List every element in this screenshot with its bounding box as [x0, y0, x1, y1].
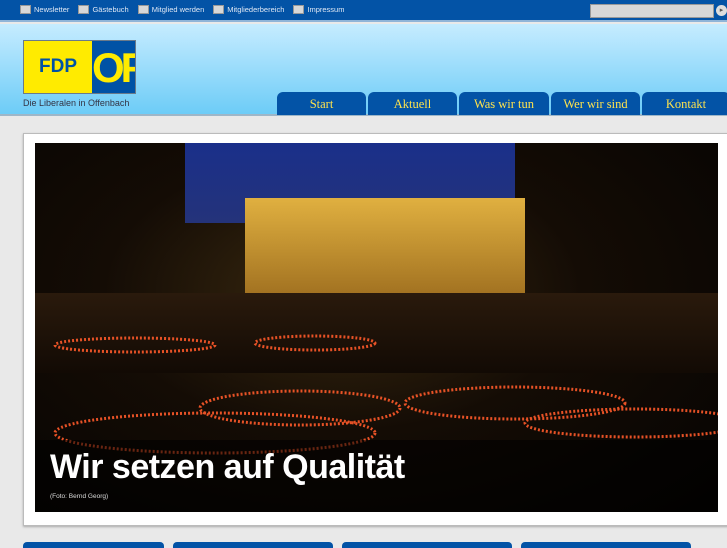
top-bar: Newsletter Gästebuch Mitglied werden Mit…	[0, 0, 727, 22]
link-label: Mitglied werden	[151, 5, 205, 14]
guestbook-link[interactable]: Gästebuch	[78, 5, 129, 14]
teaser-box	[23, 542, 164, 548]
search-input[interactable]	[590, 4, 714, 18]
link-label: Newsletter	[34, 5, 70, 14]
teaser-boxes	[23, 542, 691, 548]
tab-aktuell[interactable]: Aktuell	[368, 92, 457, 115]
photo-credit: (Foto: Bernd Georg)	[50, 493, 109, 500]
main-nav: Start Aktuell Was wir tun Wer wir sind K…	[277, 92, 727, 115]
tab-was-wir-tun[interactable]: Was wir tun	[459, 92, 549, 115]
feature-headline[interactable]: Wir setzen auf Qualität	[50, 448, 405, 487]
search-submit-button[interactable]: ▸	[716, 5, 727, 16]
newsletter-link[interactable]: Newsletter	[20, 5, 69, 14]
document-icon	[293, 5, 305, 14]
teaser-box	[173, 542, 333, 548]
tab-start[interactable]: Start	[277, 92, 366, 115]
become-member-link[interactable]: Mitglied werden	[137, 5, 205, 14]
link-label: Impressum	[307, 5, 345, 14]
tab-kontakt[interactable]: Kontakt	[642, 92, 727, 115]
logo-fdp-text: FDP	[24, 41, 92, 93]
imprint-link[interactable]: Impressum	[293, 5, 344, 14]
feature-photo[interactable]: Wir setzen auf Qualität (Foto: Bernd Geo…	[35, 143, 718, 512]
link-label: Gästebuch	[92, 5, 129, 14]
envelope-icon	[20, 5, 31, 14]
link-label: Mitgliederbereich	[227, 5, 285, 14]
site-header: FDP OF Die Liberalen in Offenbach Start …	[0, 24, 727, 116]
tab-wer-wir-sind[interactable]: Wer wir sind	[551, 92, 640, 115]
members-area-link[interactable]: Mitgliederbereich	[213, 5, 284, 14]
logo-of-text: OF	[92, 41, 135, 93]
users-icon	[213, 5, 225, 14]
photo-caption: Wir setzen auf Qualität (Foto: Bernd Geo…	[35, 440, 718, 512]
teaser-box	[521, 542, 691, 548]
teaser-box	[342, 542, 512, 548]
user-icon	[137, 5, 149, 14]
book-icon	[78, 5, 90, 14]
fdp-of-logo[interactable]: FDP OF	[23, 40, 136, 94]
tagline: Die Liberalen in Offenbach	[23, 98, 130, 108]
